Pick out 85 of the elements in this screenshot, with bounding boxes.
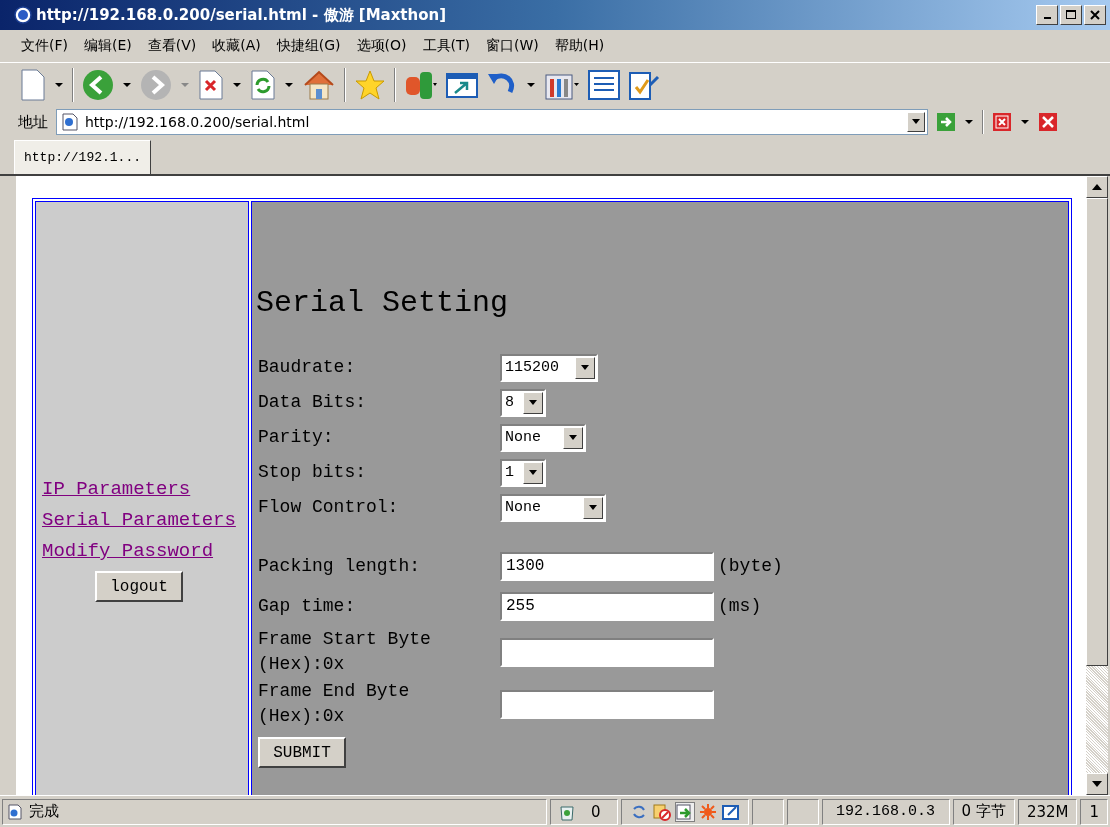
byte-count: 0 字节: [961, 802, 1006, 821]
minimize-icon: [1043, 17, 1051, 19]
page-icon: [7, 803, 23, 820]
page-count: 1: [1089, 802, 1099, 821]
address-field[interactable]: http://192.168.0.200/serial.html: [56, 109, 928, 135]
star-icon[interactable]: [354, 68, 386, 101]
nav-link[interactable]: Modify Password: [42, 536, 214, 567]
field-label: Stop bits:: [257, 461, 368, 484]
menu-item[interactable]: 查看(V): [142, 35, 202, 57]
input-field[interactable]: 255: [500, 591, 714, 621]
status-panel: [786, 798, 819, 825]
input-field[interactable]: [500, 637, 714, 667]
caret-icon[interactable]: [964, 119, 974, 125]
nav-link[interactable]: Serial Parameters: [42, 505, 236, 536]
close-button[interactable]: [1084, 5, 1106, 25]
list-icon[interactable]: [588, 69, 620, 100]
caret-icon: [588, 504, 598, 511]
home-icon[interactable]: [302, 68, 336, 101]
page-heading: Serial Setting: [256, 286, 510, 320]
unit-label: (ms): [717, 596, 762, 616]
vertical-scrollbar[interactable]: [1086, 176, 1108, 795]
menu-item[interactable]: 收藏(A): [207, 35, 266, 57]
caret-icon[interactable]: [1020, 119, 1030, 125]
window-edit-icon[interactable]: [721, 802, 740, 821]
select-dropdown[interactable]: None: [500, 493, 606, 522]
field-label: Gap time:: [257, 594, 357, 618]
close-icon: [1090, 10, 1100, 20]
ip-address: 192.168.0.3: [836, 803, 936, 820]
submit-button[interactable]: SUBMIT: [258, 737, 346, 768]
field-label: Data Bits:: [257, 391, 368, 414]
caret-icon[interactable]: [526, 81, 536, 88]
stop-page-icon[interactable]: [198, 69, 224, 100]
menu-item[interactable]: 选项(O): [351, 35, 412, 57]
caret-icon: [568, 434, 578, 441]
menu-item[interactable]: 帮助(H): [549, 35, 610, 57]
caret-icon: [580, 364, 590, 371]
page-icon: [61, 113, 79, 131]
select-dropdown[interactable]: 8: [500, 388, 546, 417]
field-label: Flow Control:: [257, 496, 400, 519]
blocked-icon[interactable]: [652, 802, 671, 821]
field-label: Baudrate:: [257, 356, 357, 379]
select-dropdown[interactable]: 115200: [500, 353, 598, 382]
menu-item[interactable]: 工具(T): [417, 35, 475, 57]
status-text: 完成: [29, 802, 59, 821]
caret-icon[interactable]: [54, 81, 64, 88]
menu-item[interactable]: 文件(F): [16, 35, 73, 57]
caret-icon: [911, 119, 921, 125]
unit-label: (byte): [717, 556, 783, 576]
refresh-page-icon[interactable]: [250, 69, 276, 100]
menu-item[interactable]: 快捷组(G): [271, 35, 346, 57]
caret-icon: [528, 399, 538, 406]
url-text: http://192.168.0.200/serial.html: [85, 114, 311, 130]
caret-icon[interactable]: [284, 81, 294, 88]
window-title: http://192.168.0.200/serial.html - 傲游 [Maxthon]: [36, 5, 448, 25]
select-dropdown[interactable]: None: [500, 423, 586, 452]
field-label: Parity:: [257, 426, 335, 449]
down-arrow-icon: [1092, 781, 1102, 787]
app-icon: [14, 6, 32, 24]
menu-item[interactable]: 编辑(E): [79, 35, 137, 57]
maximize-button[interactable]: [1060, 5, 1082, 25]
select-dropdown[interactable]: 1: [500, 458, 546, 487]
browser-tab[interactable]: http://192.1...: [14, 140, 152, 174]
maximize-icon: [1066, 10, 1076, 20]
input-field[interactable]: [500, 689, 714, 719]
scrollbar-thumb[interactable]: [1086, 198, 1108, 666]
field-label: Packing length:: [257, 554, 422, 578]
status-count: 0: [590, 802, 602, 821]
field-label: Frame Start Byte (Hex):0x: [257, 628, 432, 676]
close-icon[interactable]: [1038, 112, 1058, 132]
arrow-page-icon[interactable]: [675, 802, 694, 821]
memory-usage: 232M: [1026, 802, 1069, 821]
nav-link[interactable]: IP Parameters: [42, 474, 191, 505]
menu-item[interactable]: 窗口(W): [481, 35, 544, 57]
minimize-button[interactable]: [1036, 5, 1058, 25]
field-label: Frame End Byte (Hex):0x: [257, 680, 411, 728]
logout-button[interactable]: logout: [95, 571, 183, 602]
close-tab-icon[interactable]: [992, 112, 1012, 132]
caret-icon: [528, 469, 538, 476]
caret-icon[interactable]: [232, 81, 242, 88]
input-field[interactable]: 1300: [500, 551, 714, 581]
up-arrow-icon: [1092, 184, 1102, 190]
status-panel: [751, 798, 784, 825]
dropdown-button[interactable]: [907, 112, 925, 132]
address-label: 地址: [18, 112, 48, 132]
caret-icon[interactable]: [122, 81, 132, 88]
